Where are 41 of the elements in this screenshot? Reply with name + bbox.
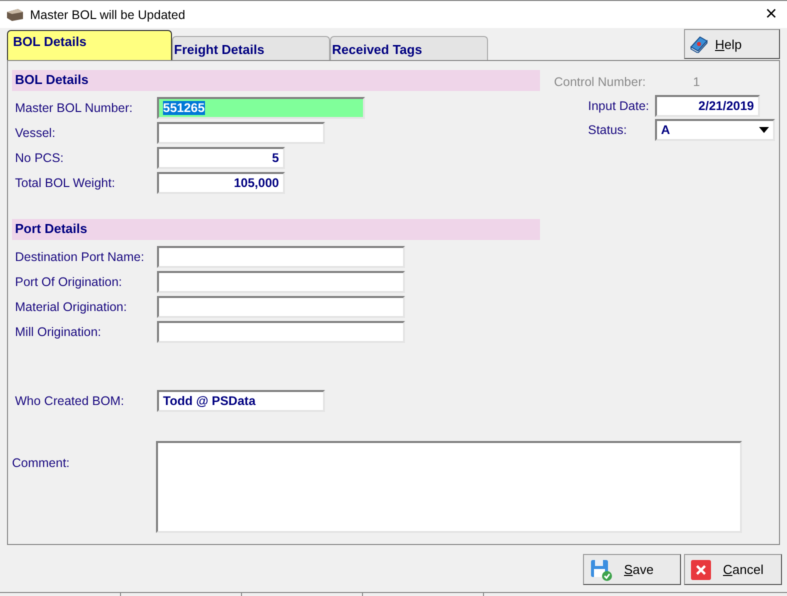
field-label: Port Of Origination: bbox=[15, 274, 123, 288]
field-label: Master BOL Number: bbox=[15, 100, 134, 114]
book-icon bbox=[689, 35, 709, 53]
input-field[interactable] bbox=[157, 320, 405, 342]
control-number: 1 bbox=[693, 75, 700, 89]
input-field[interactable] bbox=[157, 296, 405, 318]
comment-field[interactable] bbox=[156, 441, 742, 533]
field-label: Input Date: bbox=[588, 99, 650, 113]
window-title: Master BOL will be Updated bbox=[30, 8, 186, 22]
section-header: BOL Details bbox=[12, 70, 540, 91]
input-field[interactable] bbox=[157, 246, 405, 268]
close-icon bbox=[691, 560, 711, 580]
field-label: Status: bbox=[588, 123, 628, 137]
input-field[interactable] bbox=[157, 270, 405, 292]
save-button[interactable]: Save bbox=[583, 554, 681, 585]
cancel-button[interactable]: Cancel bbox=[684, 554, 782, 585]
input-field[interactable] bbox=[157, 122, 325, 144]
dropdown-arrow-icon bbox=[759, 127, 769, 133]
floppy-disk-icon bbox=[590, 558, 612, 580]
close-button[interactable]: × bbox=[765, 3, 781, 26]
tab[interactable]: BOL Details bbox=[7, 30, 172, 60]
field-label: Who Created BOM: bbox=[15, 394, 126, 408]
input-field[interactable]: 551265 bbox=[157, 96, 365, 118]
app-icon bbox=[6, 8, 24, 22]
date-field[interactable]: 2/21/2019 bbox=[655, 95, 760, 117]
field-label: Comment: bbox=[12, 455, 71, 472]
field-label: Control Number: bbox=[554, 75, 647, 89]
input-field[interactable]: 105,000 bbox=[157, 172, 285, 194]
field-label: Mill Origination: bbox=[15, 324, 102, 338]
field-label: Vessel: bbox=[15, 126, 56, 140]
input-field[interactable]: 5 bbox=[157, 146, 285, 168]
field-label: No PCS: bbox=[15, 150, 65, 164]
field-label: Material Origination: bbox=[15, 300, 128, 314]
tab[interactable]: Freight Details bbox=[172, 36, 330, 60]
field-label: Total BOL Weight: bbox=[15, 176, 116, 190]
field-label: Destination Port Name: bbox=[15, 250, 146, 264]
section-header: Port Details bbox=[12, 219, 540, 240]
tab[interactable]: Received Tags bbox=[330, 36, 488, 60]
help-button[interactable]: Help bbox=[684, 29, 780, 59]
input-field[interactable]: Todd @ PSData bbox=[157, 390, 325, 412]
status-dropdown[interactable]: A bbox=[655, 119, 775, 141]
